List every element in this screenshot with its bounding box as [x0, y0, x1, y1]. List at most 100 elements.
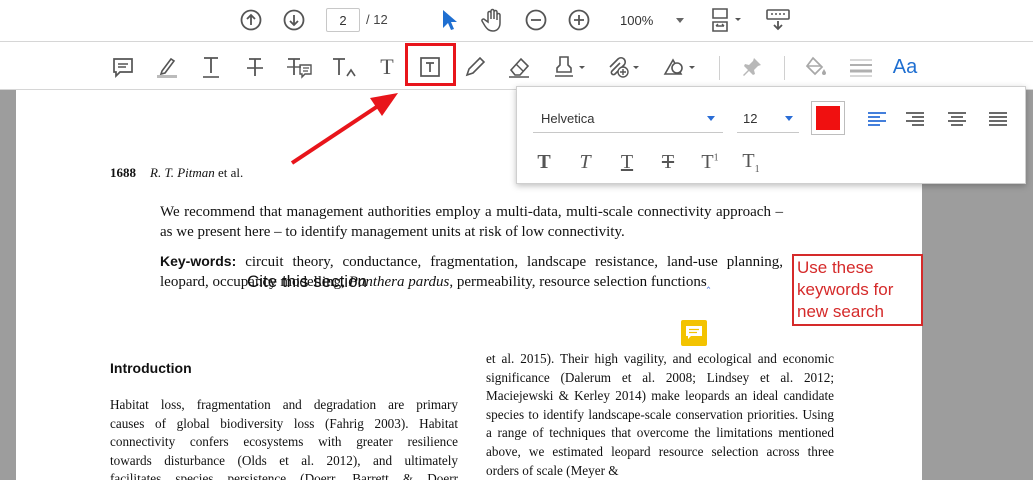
eraser-button[interactable] [503, 52, 535, 82]
chevron-down-icon [785, 116, 793, 121]
text-box-icon [420, 57, 440, 77]
zoom-out-icon [525, 9, 547, 31]
line-weight-button[interactable] [846, 52, 876, 82]
shapes-button[interactable] [660, 52, 700, 82]
italic-icon: T [579, 150, 591, 173]
text-box-button[interactable] [415, 52, 445, 82]
align-center-button[interactable] [943, 105, 971, 133]
font-size-select[interactable]: 12 [737, 105, 799, 133]
font-size-value: 12 [743, 111, 758, 126]
strikethrough-button[interactable]: T [655, 149, 681, 175]
comment-toolbar: T Aa [0, 42, 1033, 90]
align-center-icon [948, 112, 966, 126]
strikethrough-text-button[interactable] [240, 52, 270, 82]
running-head: 1688 R. T. Pitman et al. [110, 165, 243, 181]
bold-icon: T [537, 150, 551, 173]
zoom-value: 100% [620, 12, 654, 28]
keywords-text-b: , permeability, resource selection funct… [449, 274, 707, 290]
italic-button[interactable]: T [572, 149, 598, 175]
text-properties-panel: Helvetica 12 T T T T T1 T1 [516, 86, 1026, 184]
top-toolbar: / 12 100% [0, 0, 1033, 42]
bold-button[interactable]: T [531, 149, 557, 175]
strikethrough-icon: T [661, 150, 675, 173]
text-color-swatch[interactable] [811, 101, 845, 135]
hand-tool-button[interactable] [478, 5, 508, 35]
zoom-out-button[interactable] [523, 7, 549, 33]
align-justify-button[interactable] [984, 105, 1012, 133]
left-column-line: Habitat loss, fragmentation and degradat… [110, 397, 458, 412]
pencil-icon [465, 56, 486, 77]
underline-icon: T [620, 150, 634, 173]
strikethrough-icon [247, 58, 263, 76]
replace-text-icon [287, 58, 312, 79]
insert-text-caret-icon[interactable]: ‸ [707, 277, 711, 289]
chevron-down-icon [707, 116, 715, 121]
subscript-icon: T1 [742, 149, 760, 175]
pin-icon [743, 58, 761, 76]
arrow-down-circle-icon [283, 9, 305, 31]
font-family-select[interactable]: Helvetica [533, 105, 723, 133]
attach-icon [609, 56, 639, 78]
insert-text-button[interactable] [328, 52, 360, 82]
insert-text-icon [333, 58, 356, 77]
subscript-button[interactable]: T1 [738, 149, 764, 175]
intro-left-column: Habitat loss, fragmentation and degradat… [110, 396, 458, 480]
introduction-heading: Introduction [110, 360, 192, 376]
highlight-icon [157, 57, 177, 78]
left-column-line: causes of global biodiversity loss (Fahr… [110, 415, 458, 431]
attach-file-button[interactable] [604, 52, 644, 82]
text-properties-button[interactable]: Aa [889, 52, 921, 82]
fill-icon [805, 56, 826, 76]
document-background-left [0, 90, 16, 480]
running-head-etal: et al. [218, 165, 244, 180]
zoom-select[interactable]: 100% [612, 8, 692, 32]
sticky-note-icon [113, 58, 133, 79]
underline-button[interactable]: T [614, 149, 640, 175]
keyboard-icon [766, 9, 790, 31]
font-family-value: Helvetica [541, 111, 595, 126]
superscript-button[interactable]: T1 [697, 149, 723, 175]
draw-pencil-button[interactable] [460, 52, 490, 82]
previous-page-button[interactable] [238, 7, 264, 33]
cite-section-text-annotation[interactable]: Cite this section [247, 272, 367, 292]
toolbar-divider [784, 56, 785, 80]
align-left-button[interactable] [863, 105, 891, 133]
stamp-icon [555, 56, 585, 77]
read-mode-button[interactable] [764, 5, 792, 35]
sticky-note-button[interactable] [108, 52, 138, 82]
highlight-text-button[interactable] [151, 52, 183, 82]
align-left-icon [868, 112, 886, 126]
chevron-down-icon [676, 17, 684, 23]
select-tool-button[interactable] [437, 6, 461, 34]
left-column-line: connectivity confers ecosystems with gre… [110, 434, 458, 450]
zoom-in-button[interactable] [566, 7, 592, 33]
next-page-button[interactable] [281, 7, 307, 33]
align-justify-icon [989, 112, 1007, 126]
select-arrow-icon [443, 10, 457, 30]
toolbar-divider [719, 56, 720, 80]
fill-color-button[interactable] [801, 52, 831, 82]
page-fit-icon [712, 8, 741, 32]
stamp-button[interactable] [550, 52, 590, 82]
add-text-icon: T [380, 54, 394, 79]
page-number-input[interactable] [326, 8, 360, 32]
add-text-button[interactable]: T [372, 52, 402, 82]
align-right-button[interactable] [901, 105, 929, 133]
abstract-text: We recommend that management authorities… [160, 204, 783, 240]
replace-text-button[interactable] [283, 52, 315, 82]
superscript-icon: T1 [701, 150, 719, 173]
keywords-comment-box[interactable]: Use these keywords for new search [792, 254, 923, 326]
text-color-fill [816, 106, 840, 130]
pin-button[interactable] [737, 52, 767, 82]
comment-icon [686, 326, 702, 339]
sticky-note-annotation[interactable] [681, 320, 707, 346]
running-head-authors: R. T. Pitman [150, 165, 215, 180]
underline-text-button[interactable] [196, 52, 226, 82]
arrow-up-circle-icon [240, 9, 262, 31]
running-head-page-number: 1688 [110, 165, 136, 180]
eraser-icon [509, 57, 530, 78]
hand-icon [481, 8, 501, 32]
page-fit-button[interactable] [708, 5, 744, 35]
left-column-line: towards disturbance (Olds et al. 2012), … [110, 452, 458, 468]
left-column-line: facilitates species persistence (Doerr, … [110, 471, 458, 480]
